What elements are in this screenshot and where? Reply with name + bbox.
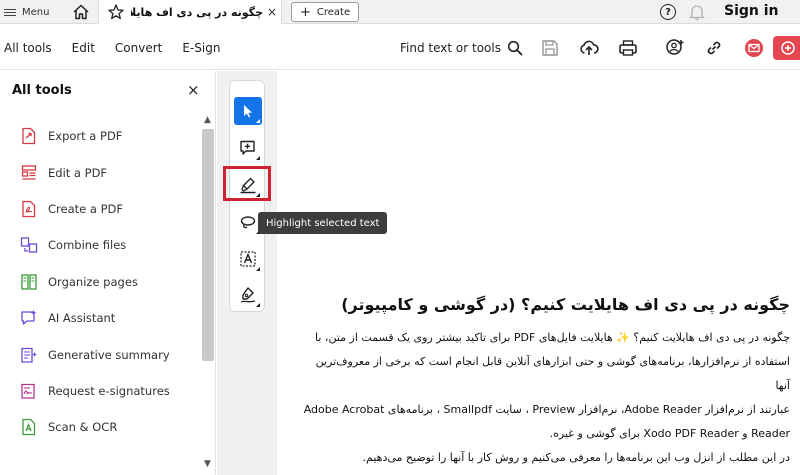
- add-comment-icon: [240, 140, 255, 155]
- tool-edit-pdf[interactable]: Edit a PDF: [0, 154, 200, 190]
- add-comment-button[interactable]: [234, 134, 262, 162]
- document-content: چگونه در پی دی اف هایلایت کنیم؟ (در گوشی…: [300, 295, 790, 470]
- tool-export-pdf[interactable]: Export a PDF: [0, 118, 200, 154]
- find-text-button[interactable]: Find text or tools: [400, 25, 523, 70]
- tool-label: AI Assistant: [48, 311, 116, 326]
- tool-list: Export a PDF Edit a PDF Create a PDF Com…: [0, 118, 200, 446]
- all-tools-panel: All tools × Export a PDF Edit a PDF Crea…: [0, 71, 216, 475]
- home-icon[interactable]: [72, 3, 90, 21]
- tool-combine-files[interactable]: Combine files: [0, 227, 200, 263]
- request-esignatures-icon: [21, 383, 35, 399]
- tab-all-tools[interactable]: All tools: [4, 37, 52, 59]
- email-icon[interactable]: [744, 38, 764, 58]
- combine-files-icon: [20, 237, 38, 254]
- tool-label: Request e-signatures: [48, 383, 170, 398]
- tool-organize-pages[interactable]: Organize pages: [0, 264, 200, 300]
- sign-in-link[interactable]: Sign in: [724, 3, 779, 19]
- tab-edit[interactable]: Edit: [72, 37, 95, 59]
- scroll-up-icon[interactable]: ▲: [204, 115, 211, 125]
- plus-icon: +: [300, 4, 311, 20]
- create-button[interactable]: + Create: [291, 2, 360, 22]
- save-icon[interactable]: [540, 38, 560, 58]
- scroll-down-icon[interactable]: ▼: [204, 459, 211, 469]
- tool-label: Export a PDF: [48, 129, 123, 144]
- create-label: Create: [316, 6, 351, 18]
- share-button[interactable]: [773, 36, 800, 60]
- select-tool-button[interactable]: [234, 97, 262, 125]
- document-line: چگونه در پی دی اف هایلایت کنیم؟ ✨ هایلای…: [315, 331, 790, 344]
- scrollbar-thumb[interactable]: [202, 129, 214, 361]
- tool-ai-assistant[interactable]: AI Assistant: [0, 300, 200, 336]
- text-box-icon: [240, 251, 256, 267]
- find-label: Find text or tools: [400, 40, 501, 55]
- tab-esign[interactable]: E-Sign: [182, 37, 220, 59]
- add-user-icon[interactable]: [665, 38, 685, 58]
- tool-tabs: All tools Edit Convert E-Sign: [0, 25, 236, 70]
- tool-request-esignatures[interactable]: Request e-signatures: [0, 373, 200, 409]
- print-icon[interactable]: [618, 38, 638, 58]
- tool-label: Edit a PDF: [48, 165, 108, 180]
- document-line: Reader و Xodo PDF Reader برای گوشی و غیر…: [549, 427, 790, 440]
- tool-label: Combine files: [48, 238, 127, 253]
- tool-label: Generative summary: [48, 347, 170, 362]
- share-icon: [781, 41, 795, 55]
- hamburger-icon: [4, 7, 16, 18]
- close-panel-icon[interactable]: ×: [187, 83, 200, 98]
- star-icon[interactable]: [107, 3, 125, 21]
- create-pdf-icon: [22, 200, 36, 218]
- add-text-button[interactable]: [234, 245, 262, 273]
- bell-icon[interactable]: [689, 3, 705, 21]
- search-icon: [507, 40, 523, 55]
- lasso-draw-icon: [240, 216, 256, 229]
- organize-pages-icon: [21, 274, 37, 290]
- sign-tool-button[interactable]: [234, 281, 262, 309]
- upload-cloud-icon[interactable]: [579, 38, 599, 58]
- export-pdf-icon: [22, 128, 36, 145]
- title-bar: Menu چگونه در پی دی اف هایلایت ... × + C…: [0, 0, 800, 24]
- ai-assistant-icon: [21, 310, 37, 325]
- main-toolbar: All tools Edit Convert E-Sign Find text …: [0, 25, 800, 70]
- document-line: عبارتند از نرم‌افزار Adobe Reader، نرم‌ا…: [303, 403, 790, 416]
- menu-button[interactable]: Menu: [0, 0, 49, 24]
- tool-label: Scan & OCR: [48, 420, 118, 435]
- generative-summary-icon: [21, 347, 37, 363]
- tool-label: Create a PDF: [48, 201, 123, 216]
- edit-pdf-icon: [21, 164, 37, 180]
- close-tab-icon[interactable]: ×: [267, 5, 277, 19]
- panel-title: All tools: [12, 83, 72, 98]
- document-heading: چگونه در پی دی اف هایلایت کنیم؟ (در گوشی…: [341, 295, 790, 314]
- scan-ocr-icon: [22, 419, 36, 436]
- tab-title: چگونه در پی دی اف هایلایت ...: [131, 5, 263, 19]
- link-icon[interactable]: [704, 38, 724, 58]
- highlight-emphasis-box: [223, 166, 271, 201]
- document-line: در این مطلب از انزل وب این برنامه‌ها را …: [362, 451, 791, 464]
- tool-scan-ocr[interactable]: Scan & OCR: [0, 409, 200, 445]
- tab-convert[interactable]: Convert: [115, 37, 162, 59]
- menu-label: Menu: [22, 6, 50, 18]
- tool-label: Organize pages: [48, 274, 138, 289]
- tool-generative-summary[interactable]: Generative summary: [0, 336, 200, 372]
- help-icon[interactable]: ?: [660, 4, 676, 20]
- tool-create-pdf[interactable]: Create a PDF: [0, 191, 200, 227]
- document-line: استفاده از نرم‌افزارها، برنامه‌های گوشی …: [315, 355, 790, 392]
- document-tab[interactable]: چگونه در پی دی اف هایلایت ... ×: [98, 0, 282, 24]
- highlight-tooltip: Highlight selected text: [258, 212, 388, 234]
- panel-scrollbar[interactable]: ▲ ▼: [201, 115, 215, 471]
- pen-sign-icon: [240, 287, 256, 303]
- cursor-icon: [244, 105, 252, 118]
